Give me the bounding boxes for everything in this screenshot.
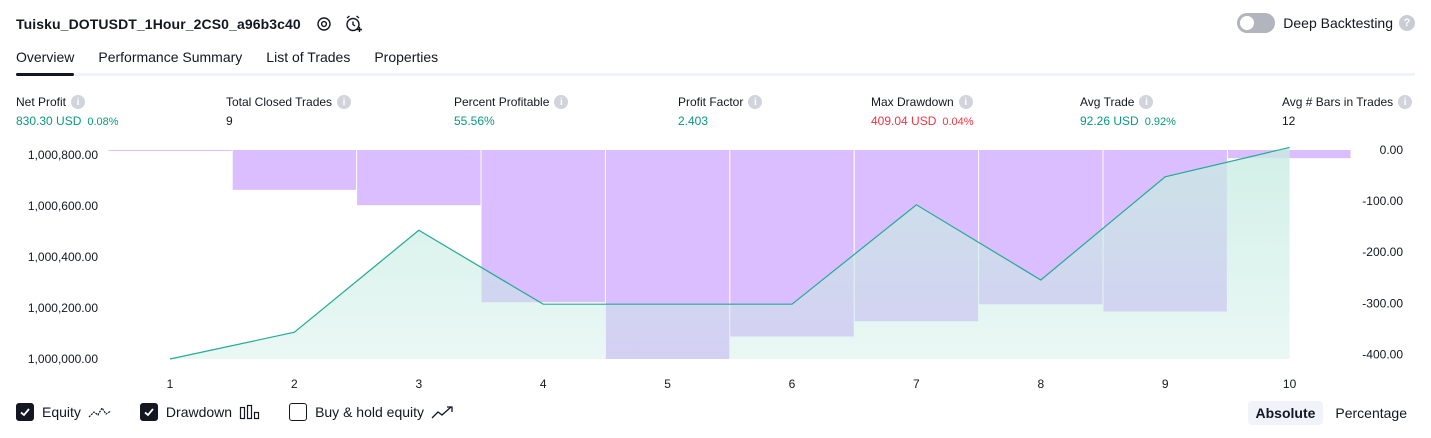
metric-label: Percent Profitable [454, 95, 550, 109]
metric-label: Avg # Bars in Trades [1282, 95, 1394, 109]
help-icon[interactable]: ? [1399, 15, 1415, 31]
metric-label: Total Closed Trades [226, 95, 333, 109]
info-icon[interactable]: i [337, 95, 352, 109]
metric-avg-trade: Avg Trade i 92.26 USD 0.92% [1080, 94, 1176, 129]
add-alert-icon[interactable] [343, 13, 365, 35]
info-icon[interactable]: i [1139, 95, 1154, 109]
metric-avg-bars-in-trades: Avg # Bars in Trades i 12 [1282, 94, 1413, 129]
x-axis-tick-label: 6 [789, 377, 796, 391]
drawdown-bar [232, 150, 357, 190]
legend-equity[interactable]: Equity [16, 403, 112, 421]
x-axis-tick-label: 1 [167, 377, 174, 391]
x-axis-tick-label: 5 [664, 377, 671, 391]
info-icon[interactable]: i [71, 95, 86, 109]
metric-value: 830.30 USD [16, 114, 82, 128]
metric-label: Avg Trade [1080, 95, 1135, 109]
left-axis-tick-label: 1,000,000.00 [28, 352, 98, 366]
toggle-knob [1240, 16, 1255, 30]
buy-hold-checkbox[interactable] [289, 403, 308, 421]
x-axis-tick-label: 8 [1037, 377, 1044, 391]
metric-value: 9 [226, 114, 233, 128]
metric-value: 409.04 USD [871, 114, 937, 128]
deep-backtesting-toggle[interactable] [1237, 13, 1276, 33]
metrics-row: Net Profit i 830.30 USD 0.08% Total Closed… [16, 94, 1415, 134]
legend-label: Equity [42, 404, 81, 420]
drawdown-bar [357, 150, 481, 206]
drawdown-bar [108, 150, 232, 151]
right-axis-tick-label: -200.00 [1362, 245, 1403, 259]
equity-drawdown-chart[interactable]: 1,000,000.00 1,000,200.00 1,000,400.00 1,00… [0, 140, 1431, 395]
metric-profit-factor: Profit Factor i 2.403 [678, 94, 763, 129]
x-axis-tick-label: 3 [415, 377, 422, 391]
x-axis-tick-label: 9 [1162, 377, 1169, 391]
tab-list-of-trades[interactable]: List of Trades [266, 46, 350, 73]
info-icon[interactable]: i [748, 95, 763, 109]
legend-label: Drawdown [165, 404, 233, 420]
scale-mode-switch: Absolute Percentage [1244, 401, 1416, 425]
left-axis-tick-label: 1,000,400.00 [28, 250, 98, 264]
tab-properties[interactable]: Properties [374, 46, 438, 73]
x-axis-tick-label: 7 [913, 377, 920, 391]
left-axis-tick-label: 1,000,200.00 [28, 301, 98, 315]
metric-label: Net Profit [16, 95, 67, 109]
metric-value: 12 [1282, 114, 1296, 128]
metric-percent: 0.92% [1144, 116, 1176, 128]
metric-percent-profitable: Percent Profitable i 55.56% [454, 94, 569, 129]
right-axis-tick-label: -100.00 [1362, 194, 1403, 208]
right-axis-tick-label: 0.00 [1380, 143, 1404, 157]
info-icon[interactable]: i [958, 95, 973, 109]
tab-performance-summary[interactable]: Performance Summary [98, 46, 242, 73]
right-axis-tick-label: -400.00 [1362, 347, 1403, 361]
left-axis-tick-label: 1,000,600.00 [28, 199, 98, 213]
metric-percent: 0.04% [942, 116, 974, 128]
left-axis-tick-label: 1,000,800.00 [28, 148, 98, 162]
mode-percentage[interactable]: Percentage [1327, 401, 1415, 425]
tab-bar: Overview Performance Summary List of Tra… [16, 46, 1415, 76]
metric-value: 2.403 [678, 114, 709, 128]
metric-label: Profit Factor [678, 95, 744, 109]
deep-backtesting-label: Deep Backtesting [1283, 15, 1393, 31]
metric-value: 92.26 USD [1080, 114, 1139, 128]
equity-checkbox[interactable] [16, 403, 34, 421]
bars-icon [239, 404, 261, 420]
x-axis-tick-label: 2 [291, 377, 298, 391]
legend-buy-hold-equity[interactable]: Buy & hold equity [289, 403, 455, 421]
metric-max-drawdown: Max Drawdown i 409.04 USD 0.04% [871, 94, 974, 129]
equity-line-icon [88, 404, 112, 420]
x-axis-tick-label: 10 [1283, 377, 1297, 391]
settings-icon[interactable] [313, 13, 335, 35]
legend-drawdown[interactable]: Drawdown [139, 403, 261, 421]
mode-absolute[interactable]: Absolute [1247, 401, 1324, 425]
metric-percent: 0.08% [87, 116, 119, 128]
right-axis-tick-label: -300.00 [1362, 296, 1403, 310]
info-icon[interactable]: i [554, 95, 569, 109]
strategy-header: Tuisku_DOTUSDT_1Hour_2CS0_a96b3c40 [16, 12, 365, 36]
trend-line-icon [431, 404, 455, 420]
metric-total-closed-trades: Total Closed Trades i 9 [226, 94, 352, 129]
metric-label: Max Drawdown [871, 95, 954, 109]
info-icon[interactable]: i [1398, 95, 1413, 109]
metric-net-profit: Net Profit i 830.30 USD 0.08% [16, 94, 119, 129]
deep-backtesting: Deep Backtesting ? [1237, 13, 1415, 33]
drawdown-checkbox[interactable] [139, 403, 158, 421]
chart-legend: Equity Drawdown Buy & hold equity [16, 403, 483, 421]
strategy-name: Tuisku_DOTUSDT_1Hour_2CS0_a96b3c40 [16, 16, 301, 32]
x-axis-tick-label: 4 [540, 377, 547, 391]
legend-label: Buy & hold equity [315, 404, 425, 420]
metric-value: 55.56% [454, 114, 495, 128]
tab-overview[interactable]: Overview [16, 46, 75, 76]
